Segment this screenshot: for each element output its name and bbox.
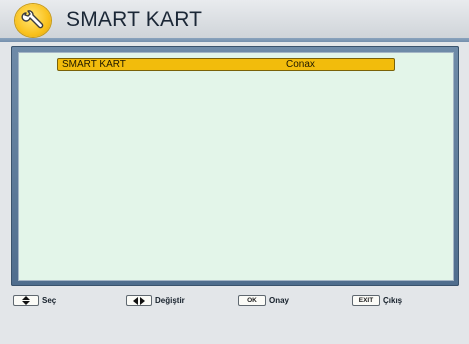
ok-key[interactable]: OK bbox=[238, 295, 266, 306]
footer-select-label: Seç bbox=[42, 296, 57, 305]
menu-item-label: SMART KART bbox=[62, 59, 126, 70]
up-down-arrows-icon[interactable] bbox=[13, 295, 39, 306]
page-title: SMART KART bbox=[66, 8, 203, 31]
menu-panel bbox=[18, 52, 454, 281]
up-down-arrows-glyph bbox=[22, 296, 30, 305]
left-right-arrows-glyph bbox=[133, 296, 145, 305]
footer-ok-label: Onay bbox=[269, 296, 290, 305]
footer-select: Seç bbox=[13, 295, 56, 306]
menu-item-value: Conax bbox=[286, 59, 315, 70]
left-right-arrows-icon[interactable] bbox=[126, 295, 152, 306]
footer-exit-label: Çıkış bbox=[383, 296, 403, 305]
footer-ok: OK Onay bbox=[238, 295, 289, 306]
footer-exit: EXIT Çıkış bbox=[352, 295, 402, 306]
header-divider bbox=[0, 38, 469, 42]
footer-change: Değiştir bbox=[126, 295, 185, 306]
wrench-icon-glyph bbox=[21, 9, 44, 28]
footer-change-label: Değiştir bbox=[155, 296, 185, 305]
menu-item-smart-kart[interactable]: SMART KART Conax bbox=[57, 58, 395, 71]
exit-key[interactable]: EXIT bbox=[352, 295, 380, 306]
wrench-icon bbox=[15, 4, 51, 37]
